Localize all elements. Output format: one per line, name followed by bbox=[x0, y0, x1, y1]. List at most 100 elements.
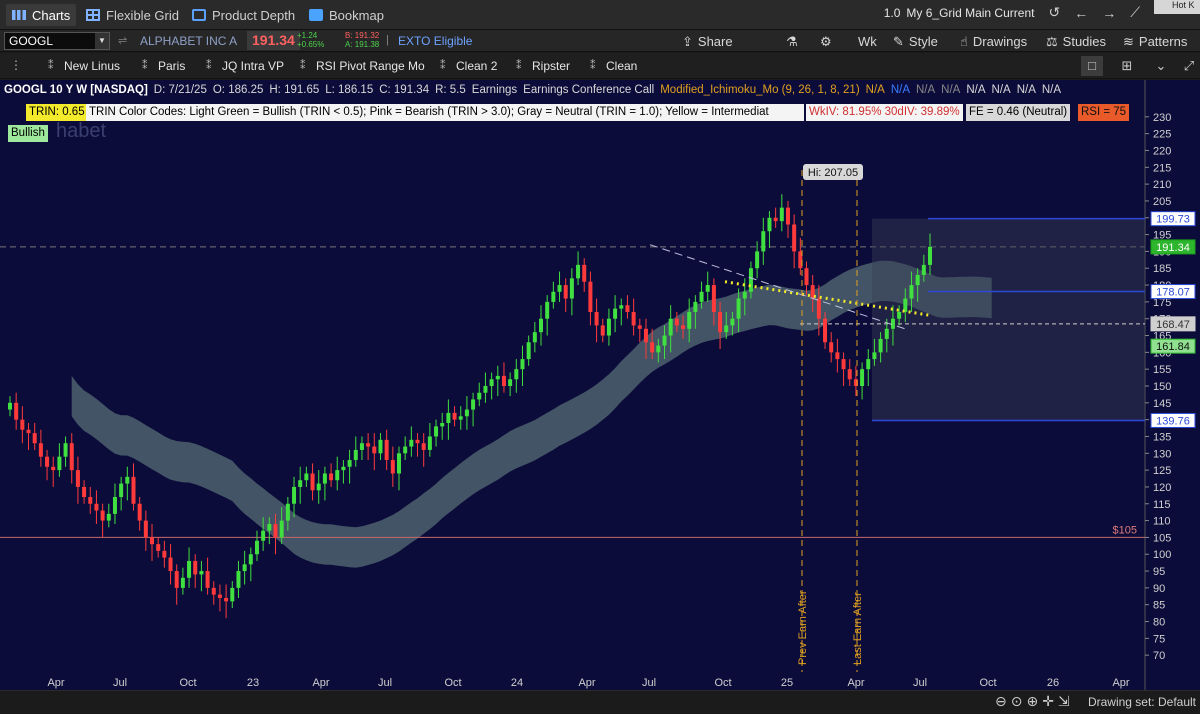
study-settings-icon: ⁑ bbox=[48, 60, 54, 72]
level-105-label: $105 bbox=[1113, 524, 1137, 536]
price-chart[interactable]: 7075808590951001051101151201251301351401… bbox=[0, 80, 1200, 690]
candle-body bbox=[45, 456, 50, 467]
candle-body bbox=[51, 466, 56, 471]
trin-color-codes: TRIN Color Codes: Light Green = Bullish … bbox=[86, 104, 804, 121]
tab-flexible-grid[interactable]: Flexible Grid bbox=[80, 4, 185, 26]
candle-body bbox=[792, 224, 797, 252]
y-tick-label: 105 bbox=[1153, 532, 1171, 544]
study-label: Ripster bbox=[532, 59, 571, 73]
y-tick-label: 80 bbox=[1153, 617, 1165, 629]
link-icon[interactable]: ⇌ bbox=[118, 34, 127, 47]
projection-box bbox=[872, 218, 1145, 421]
zoom-reset-icon[interactable]: ⊙ bbox=[1011, 693, 1023, 710]
style-button[interactable]: ✎ Style bbox=[893, 33, 938, 50]
tab-bookmap[interactable]: Bookmap bbox=[303, 4, 390, 26]
candle-body bbox=[57, 456, 62, 471]
study-rsi-pivot[interactable]: ⁑ RSI Pivot Range Mo bbox=[300, 59, 425, 73]
share-button[interactable]: ⇪ Share bbox=[682, 33, 733, 50]
hotkey-badge[interactable]: Hot K bbox=[1154, 0, 1200, 14]
x-tick-label: 24 bbox=[511, 677, 523, 689]
x-tick-label: Jul bbox=[642, 677, 656, 689]
candle-body bbox=[205, 571, 210, 588]
undo-icon[interactable]: ↺ bbox=[1048, 4, 1060, 21]
single-layout-icon[interactable]: □ bbox=[1081, 56, 1103, 76]
forward-icon[interactable]: → bbox=[1102, 5, 1116, 21]
flask-button[interactable]: ⚗ bbox=[786, 33, 798, 50]
candle-body bbox=[248, 554, 253, 565]
candle-body bbox=[804, 268, 809, 286]
candle-body bbox=[600, 325, 605, 336]
price-tag-label: 139.76 bbox=[1156, 415, 1190, 427]
tab-charts-label: Charts bbox=[32, 7, 71, 23]
chart-canvas[interactable]: 7075808590951001051101151201251301351401… bbox=[0, 80, 1200, 690]
study-ripster[interactable]: ⁑ Ripster bbox=[516, 59, 570, 73]
study-clean[interactable]: ⁑ Clean bbox=[590, 59, 637, 73]
study-clean-2[interactable]: ⁑ Clean 2 bbox=[440, 59, 497, 73]
bid-ask-block: B: 191.32 A: 191.38 bbox=[345, 31, 379, 49]
candle-body bbox=[32, 433, 37, 444]
y-tick-label: 135 bbox=[1153, 431, 1171, 443]
settings-button[interactable]: ⚙ bbox=[820, 33, 832, 50]
tab-product-depth[interactable]: Product Depth bbox=[186, 4, 301, 26]
candle-body bbox=[755, 251, 760, 269]
symbol-input[interactable]: GOOGL ▼ bbox=[4, 32, 110, 50]
candle-body bbox=[156, 544, 161, 551]
candle-body bbox=[495, 375, 500, 380]
back-icon[interactable]: ← bbox=[1074, 5, 1088, 21]
bottom-bar: ⊖ ⊙ ⊕ ✛ ⇲ Drawing set: Default bbox=[0, 690, 1200, 714]
studies-label: Studies bbox=[1062, 34, 1107, 49]
x-tick-label: Apr bbox=[578, 677, 595, 689]
study-new-linus[interactable]: ⁑ New Linus bbox=[48, 59, 120, 73]
x-tick-label: Oct bbox=[179, 677, 196, 689]
candle-body bbox=[415, 439, 420, 444]
grid-layout-icon[interactable]: ⊞ bbox=[1116, 56, 1138, 76]
candle-body bbox=[242, 564, 247, 572]
candle-body bbox=[742, 291, 747, 299]
workspace-controls: 1.0 My 6_Grid Main Current ↺ ← → ⟋ bbox=[884, 4, 1200, 21]
candle-body bbox=[353, 449, 358, 461]
study-paris[interactable]: ⁑ Paris bbox=[142, 59, 185, 73]
y-tick-label: 70 bbox=[1153, 650, 1165, 662]
expand-icon[interactable]: ⤢ bbox=[1178, 56, 1200, 76]
crosshair-icon[interactable]: ✛ bbox=[1042, 693, 1054, 710]
rsi-label: RSI = 75 bbox=[1078, 104, 1130, 121]
aggregation-button[interactable]: Wk bbox=[858, 33, 877, 50]
hi-label: Hi: 207.05 bbox=[808, 167, 858, 179]
candle-body bbox=[928, 246, 932, 265]
patterns-button[interactable]: ≋ Patterns bbox=[1123, 33, 1187, 50]
tab-charts[interactable]: Charts bbox=[6, 4, 77, 26]
candle-body bbox=[687, 311, 692, 329]
ichimoku-label: Modified_Ichimoku_Mo (9, 26, 1, 8, 21) bbox=[660, 84, 860, 96]
pin-icon[interactable]: ⟋ bbox=[1130, 4, 1140, 21]
earnings-call-label: Earnings Conference Call bbox=[523, 84, 655, 96]
zoom-level[interactable]: 1.0 bbox=[884, 6, 901, 20]
trin-value: TRIN: 0.65 bbox=[26, 104, 88, 121]
studies-button[interactable]: ⚖ Studies bbox=[1046, 33, 1106, 50]
tab-bookmap-label: Bookmap bbox=[329, 7, 384, 23]
scroll-icon[interactable]: ⇲ bbox=[1058, 693, 1070, 710]
candle-body bbox=[625, 305, 630, 312]
candle-body bbox=[884, 328, 889, 339]
candle-body bbox=[767, 217, 772, 232]
candle-body bbox=[310, 473, 315, 491]
drawing-set[interactable]: Drawing set: Default bbox=[1088, 695, 1196, 709]
y-tick-label: 225 bbox=[1153, 129, 1171, 141]
candle-body bbox=[359, 443, 364, 450]
zoom-out-icon[interactable]: ⊖ bbox=[995, 693, 1007, 710]
zoom-in-icon[interactable]: ⊕ bbox=[1026, 693, 1038, 710]
study-jq-intra-vp[interactable]: ⁑ JQ Intra VP bbox=[206, 59, 284, 73]
collapse-icon[interactable]: ⌄ bbox=[1150, 56, 1172, 76]
chevron-down-icon[interactable]: ▼ bbox=[95, 33, 109, 49]
candle-body bbox=[860, 369, 865, 386]
tab-product-depth-label: Product Depth bbox=[212, 7, 296, 23]
workspace-name[interactable]: My 6_Grid Main Current bbox=[906, 6, 1034, 20]
drawings-button[interactable]: ☝ Drawings bbox=[960, 33, 1027, 50]
study-label: Clean 2 bbox=[456, 59, 498, 73]
study-settings-icon: ⁑ bbox=[590, 60, 596, 72]
candle-body bbox=[890, 318, 895, 329]
study-menu-icon[interactable]: ⋮ bbox=[10, 58, 22, 72]
study-toolbar: ⋮ ⁑ New Linus ⁑ Paris ⁑ JQ Intra VP ⁑ RS… bbox=[0, 53, 1200, 79]
x-tick-label: Jul bbox=[913, 677, 927, 689]
study-label: Clean bbox=[606, 59, 638, 73]
candle-body bbox=[316, 483, 321, 491]
